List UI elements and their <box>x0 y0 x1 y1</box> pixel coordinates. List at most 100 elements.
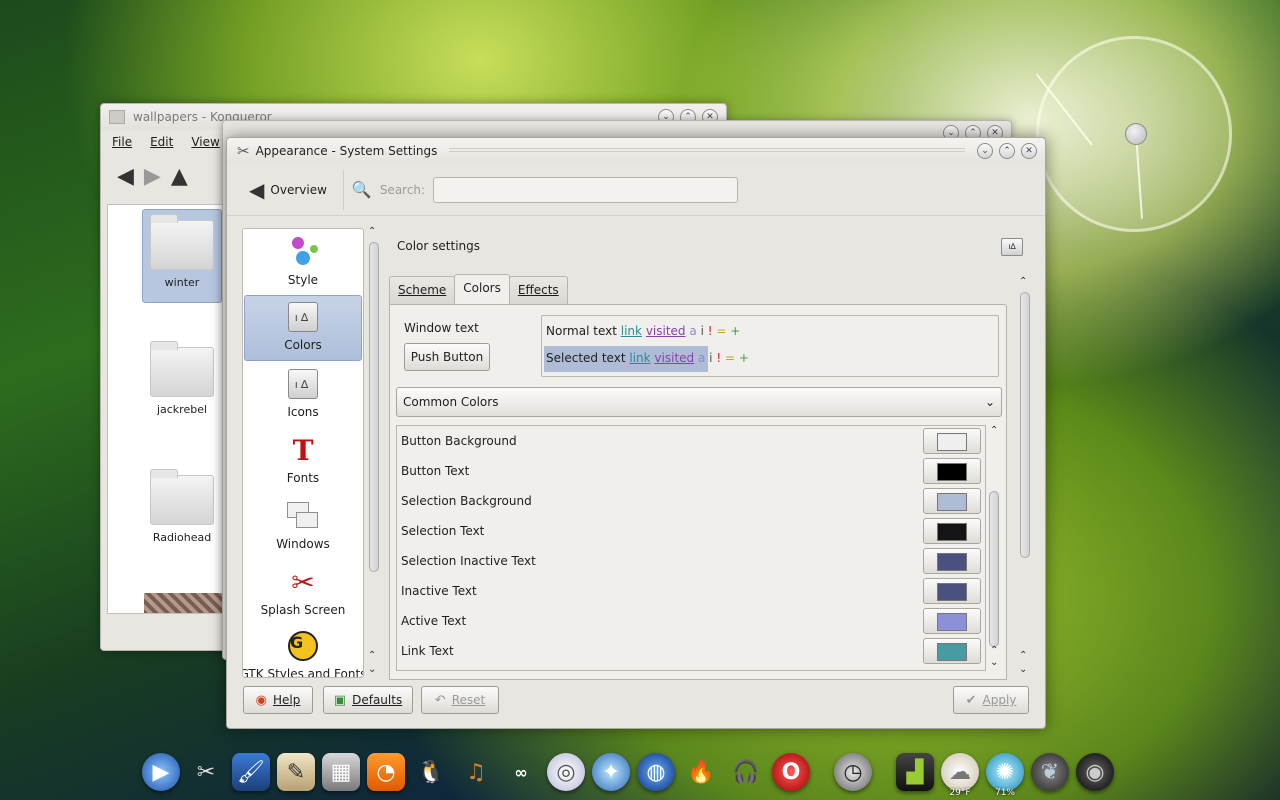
scrollbar-thumb[interactable] <box>1020 292 1030 558</box>
scroll-up-icon[interactable]: ⌃ <box>368 226 376 237</box>
scroll-up-icon[interactable]: ⌃ <box>1019 276 1027 287</box>
dock-item-fire[interactable]: 🔥 <box>680 748 722 796</box>
sidebar-item-splash-screen[interactable]: ✂ Splash Screen <box>243 559 363 625</box>
scroll-up-icon[interactable]: ⌃ <box>1019 650 1027 661</box>
settings-titlebar[interactable]: ✂ Appearance - System Settings ⌄ ⌃ ✕ <box>227 138 1045 164</box>
sidebar-item-gtk[interactable]: G GTK Styles and Fonts <box>243 625 363 677</box>
color-picker-button[interactable] <box>923 458 981 484</box>
color-row-label: Selection Background <box>401 494 532 508</box>
dock-item-backup[interactable]: ◷ <box>832 748 874 796</box>
system-settings-window[interactable]: ✂ Appearance - System Settings ⌄ ⌃ ✕ ◀ O… <box>226 137 1046 729</box>
file-item-winter[interactable]: winter <box>142 209 222 303</box>
file-label: jackrebel <box>156 403 208 416</box>
sidebar-item-style[interactable]: Style <box>243 229 363 295</box>
content-scrollbar[interactable]: ⌃ ⌃ ⌄ <box>1017 276 1033 680</box>
dock-item-tux[interactable]: 🐧 <box>410 748 452 796</box>
module-sidebar[interactable]: Style ı∆ Colors ı∆ Icons T Fonts Windows… <box>242 228 364 678</box>
dock-item-opera[interactable]: O <box>770 748 812 796</box>
dock-item-system-settings[interactable]: ✂ <box>185 748 227 796</box>
sidebar-item-label: Splash Screen <box>260 603 346 617</box>
menu-edit[interactable]: Edit <box>150 135 173 149</box>
up-arrow-icon[interactable]: ▲ <box>171 164 188 189</box>
file-item-jackrebel[interactable]: jackrebel <box>142 341 222 416</box>
color-row-active-text: Active Text <box>397 606 985 636</box>
sidebar-item-colors[interactable]: ı∆ Colors <box>244 295 362 361</box>
tab-effects[interactable]: Effects <box>508 276 568 304</box>
rss-icon: ◔ <box>367 753 405 791</box>
image-thumbnail[interactable] <box>144 593 222 613</box>
back-arrow-icon[interactable]: ◀ <box>117 164 134 189</box>
battery-level: 71% <box>994 788 1015 798</box>
menu-file[interactable]: File <box>112 135 132 149</box>
dock-item-globe[interactable]: ◍ <box>635 748 677 796</box>
push-button-preview[interactable]: Push Button <box>404 343 490 371</box>
color-row-label: Active Text <box>401 614 467 628</box>
clock-hour-hand <box>1135 132 1143 219</box>
sidebar-item-icons[interactable]: ı∆ Icons <box>243 361 363 427</box>
apply-button[interactable]: ✔ Apply <box>953 686 1029 714</box>
folder-icon <box>109 110 125 124</box>
color-picker-button[interactable] <box>923 608 981 634</box>
search-input[interactable] <box>433 176 739 203</box>
tab-scheme[interactable]: Scheme <box>389 276 456 304</box>
sidebar-scrollbar[interactable]: ⌃ ⌃ ⌄ <box>366 226 380 678</box>
sidebar-item-fonts[interactable]: T Fonts <box>243 427 363 493</box>
dock-item-trash[interactable]: ◉ <box>1074 748 1116 796</box>
tab-colors[interactable]: Colors <box>454 274 510 304</box>
dock-item-weather[interactable]: ☁ 29°F <box>939 748 981 798</box>
opera-icon: O <box>772 753 810 791</box>
drawing-icon: ✎ <box>277 753 315 791</box>
color-picker-button[interactable] <box>923 578 981 604</box>
color-list-scrollbar[interactable]: ⌃ ⌃ ⌄ <box>988 425 1002 671</box>
dock-item-cd[interactable]: ◎ <box>545 748 587 796</box>
flame-icon: 🔥 <box>687 759 715 785</box>
overview-button[interactable]: ◀ Overview <box>245 174 331 206</box>
dock-item-media-player[interactable]: ▶ <box>140 748 182 796</box>
dock-item-plant[interactable]: ❦ <box>1029 748 1071 796</box>
help-button[interactable]: ◉ Help <box>243 686 313 714</box>
close-icon[interactable]: ✕ <box>1021 143 1037 159</box>
color-set-dropdown[interactable]: Common Colors ⌄ <box>396 387 1002 417</box>
windows-icon <box>286 499 320 533</box>
reset-button[interactable]: ↶ Reset <box>421 686 499 714</box>
color-picker-button[interactable] <box>923 428 981 454</box>
menu-view[interactable]: View <box>191 135 219 149</box>
color-picker-button[interactable] <box>923 548 981 574</box>
sidebar-item-windows[interactable]: Windows <box>243 493 363 559</box>
color-list[interactable]: Button Background Button Text Selection … <box>396 425 986 671</box>
file-item-radiohead[interactable]: Radiohead <box>142 469 222 544</box>
dock-item-rss[interactable]: ◔ <box>365 748 407 796</box>
scroll-down-icon[interactable]: ⌄ <box>990 657 998 668</box>
dock-item-image-viewer[interactable]: ▦ <box>320 748 362 796</box>
scroll-up-icon[interactable]: ⌃ <box>990 645 998 656</box>
dock-item-system-monitor[interactable]: ▟ <box>894 748 936 796</box>
analog-clock-widget <box>1035 36 1232 232</box>
dock-item-battery[interactable]: ✺ 71% <box>984 748 1026 798</box>
dock-item-drawing[interactable]: ✎ <box>275 748 317 796</box>
color-picker-button[interactable] <box>923 638 981 664</box>
color-picker-button[interactable] <box>923 488 981 514</box>
scroll-up-icon[interactable]: ⌃ <box>368 650 376 661</box>
color-picker-button[interactable] <box>923 518 981 544</box>
settings-window-buttons: ⌄ ⌃ ✕ <box>977 143 1037 159</box>
dock-item-headphones[interactable]: 🎧 <box>725 748 767 796</box>
dock-item-network[interactable]: ✦ <box>590 748 632 796</box>
cd-icon: ◎ <box>547 753 585 791</box>
maximize-icon[interactable]: ⌃ <box>999 143 1015 159</box>
scroll-down-icon[interactable]: ⌄ <box>368 664 376 675</box>
dock-item-painter[interactable]: 🖌 <box>230 748 272 796</box>
scrollbar-thumb[interactable] <box>369 242 379 572</box>
undo-icon: ↶ <box>434 692 446 708</box>
minimize-icon[interactable]: ⌄ <box>977 143 993 159</box>
scrollbar-thumb[interactable] <box>989 491 999 647</box>
forward-arrow-icon[interactable]: ▶ <box>144 164 161 189</box>
scroll-up-icon[interactable]: ⌃ <box>990 425 998 436</box>
scroll-down-icon[interactable]: ⌄ <box>1019 664 1027 675</box>
defaults-button[interactable]: ▣ Defaults <box>323 686 413 714</box>
dock-item-guitar[interactable]: ♫ <box>455 748 497 796</box>
headphones-icon: 🎧 <box>732 759 760 785</box>
colors-icon: ı∆ <box>286 300 320 334</box>
file-view[interactable]: winter jackrebel Radiohead <box>107 204 225 614</box>
dock-item-lastfm[interactable]: ∞ <box>500 748 542 796</box>
color-row-label: Selection Text <box>401 524 485 538</box>
